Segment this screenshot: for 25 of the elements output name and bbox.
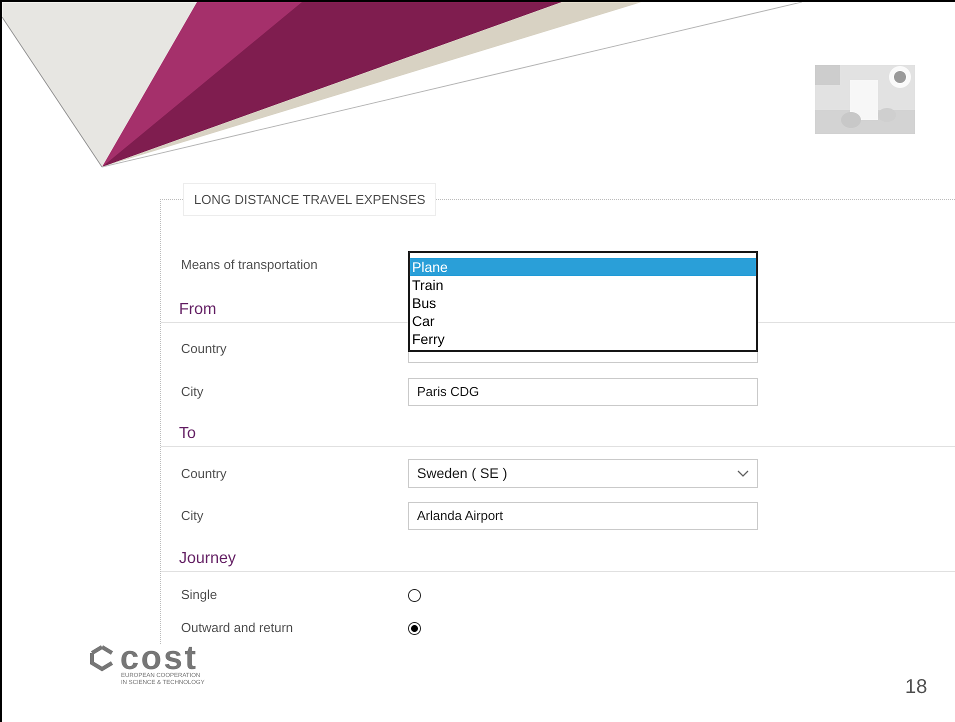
logo-wordmark: cost [120,643,198,673]
field-label: Means of transportation [181,256,319,274]
dropdown-option[interactable]: Train [410,276,756,294]
radio-label: Outward and return [181,619,294,638]
chevron-down-icon [737,470,749,478]
section-heading: To [178,426,196,444]
radio-button[interactable] [408,622,421,634]
dropdown-option[interactable]: Bus [410,294,756,312]
field-label: Country [181,464,228,483]
city-input[interactable]: Paris CDG [408,378,758,406]
section-heading: Journey [178,551,236,569]
field-label: City [181,383,204,402]
transport-dropdown-list[interactable]: Plane Train Bus Car Ferry [408,251,758,352]
form-legend: LONG DISTANCE TRAVEL EXPENSES [183,183,436,216]
country-select[interactable]: Sweden ( SE ) [408,459,758,488]
radio-label: Single [181,586,218,604]
radio-button[interactable] [408,588,421,602]
section-heading: From [178,302,216,320]
city-input[interactable]: Arlanda Airport [408,502,758,530]
dropdown-option[interactable]: Ferry [410,330,756,348]
dropdown-option[interactable]: Car [410,312,756,330]
field-label: Country [181,340,228,358]
hexagon-logo-icon [88,644,116,672]
page-number: 18 [905,675,928,700]
field-label: City [181,507,204,526]
